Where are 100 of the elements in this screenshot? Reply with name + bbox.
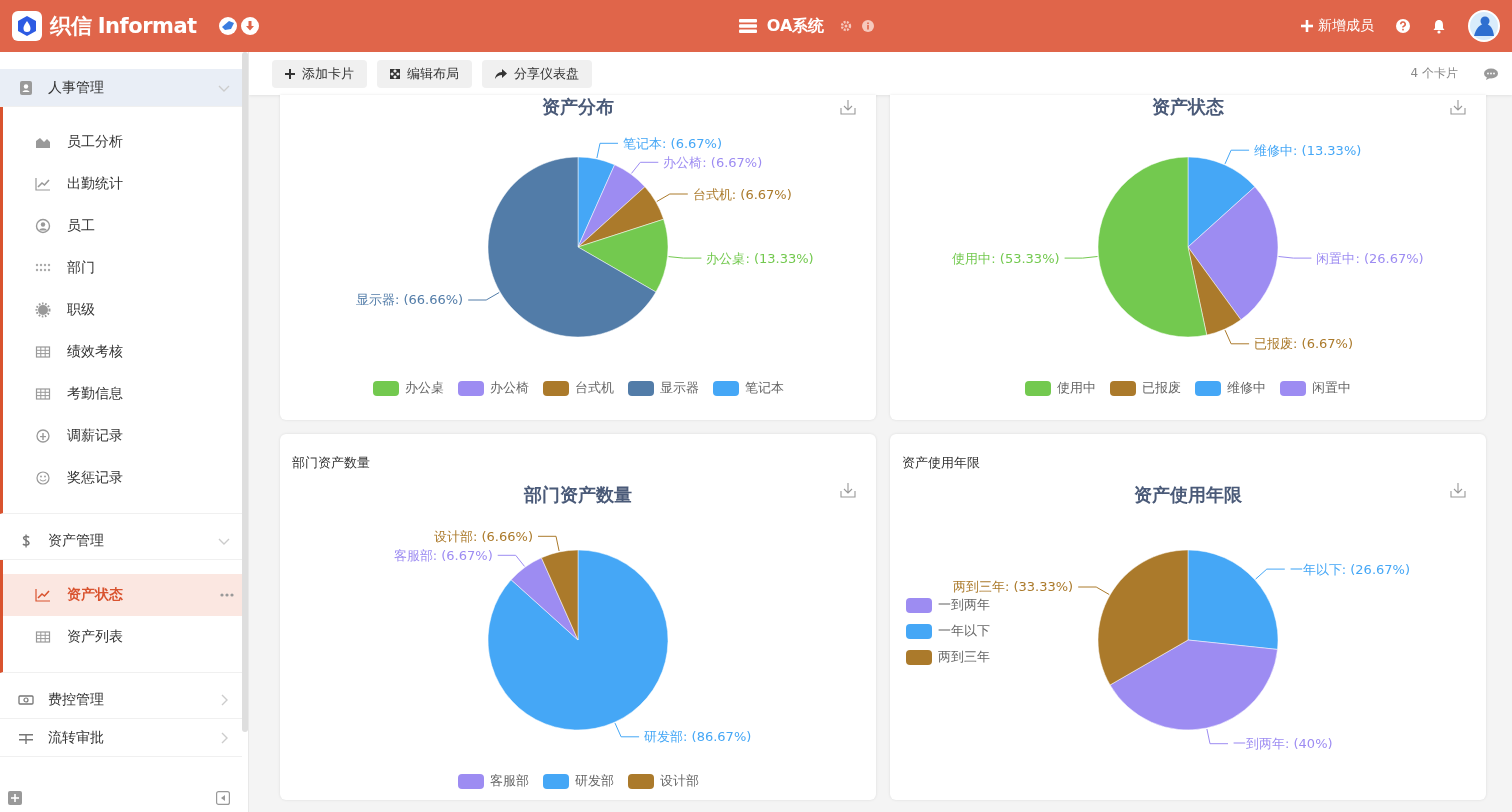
sidebar-item[interactable]: 考勤信息 — [3, 373, 242, 415]
legend-item[interactable]: 显示器 — [627, 379, 699, 397]
pie-slice[interactable] — [487, 156, 657, 338]
line-chart-icon — [35, 176, 51, 192]
leader-line — [1255, 568, 1286, 580]
sidebar-item[interactable]: 奖惩记录 — [3, 457, 242, 499]
legend-item[interactable]: 使用中 — [1025, 379, 1096, 397]
legend-label: 台式机 — [574, 379, 614, 397]
help-icon[interactable] — [1396, 19, 1410, 33]
pie-slice[interactable] — [1187, 549, 1279, 650]
download-circle-icon[interactable] — [240, 17, 259, 35]
item-label: 奖惩记录 — [67, 469, 124, 487]
data-label: 办公椅: (6.67%) — [663, 154, 763, 170]
sidebar-group[interactable]: 流转审批 — [0, 719, 242, 757]
legend-item[interactable]: 已报废 — [1110, 379, 1181, 397]
sidebar-group[interactable]: 费控管理 — [0, 681, 242, 719]
more-icon[interactable] — [220, 593, 234, 597]
toolbar-button[interactable]: 分享仪表盘 — [482, 59, 592, 88]
pie-slice[interactable] — [577, 186, 664, 248]
leader-line — [1224, 329, 1250, 345]
settings-icon[interactable] — [840, 20, 853, 32]
legend-item[interactable]: 客服部 — [457, 772, 529, 790]
item-label: 员工分析 — [67, 133, 124, 151]
legend-label: 一年以下 — [938, 622, 990, 640]
pie-slice[interactable] — [1187, 246, 1242, 336]
data-label: 维修中: (13.33%) — [1254, 142, 1362, 158]
info-icon[interactable] — [862, 20, 875, 32]
toolbar-button[interactable]: 编辑布局 — [377, 59, 472, 88]
pie-slice[interactable] — [1187, 156, 1256, 248]
pie-slice[interactable] — [1187, 186, 1279, 321]
plus-icon — [1301, 20, 1313, 32]
hexagon-logo-icon[interactable] — [12, 11, 42, 41]
card-title: 资产使用年限 — [901, 454, 981, 472]
legend-item[interactable]: 两到三年 — [906, 648, 990, 666]
sidebar-item[interactable]: 员工分析 — [3, 121, 242, 163]
data-label: 研发部: (86.67%) — [644, 729, 752, 745]
download-icon[interactable] — [1450, 99, 1466, 115]
download-icon[interactable] — [840, 482, 856, 498]
leader-line — [497, 554, 525, 567]
pie-slice[interactable] — [541, 549, 579, 641]
legend-item[interactable]: 一到两年 — [906, 596, 990, 614]
group-label: 费控管理 — [48, 690, 105, 709]
sidebar-item[interactable]: 绩效考核 — [3, 331, 242, 373]
contact-card-icon — [18, 79, 34, 96]
brand-name: 织信 Informat — [50, 13, 197, 40]
pie-slice[interactable] — [1109, 639, 1278, 731]
data-label: 一到两年: (40%) — [1233, 736, 1333, 752]
gear-icon — [35, 302, 51, 318]
bell-icon[interactable] — [1432, 18, 1446, 34]
sidebar-item[interactable]: 部门 — [3, 247, 242, 289]
server-icon — [738, 19, 757, 33]
legend-item[interactable]: 设计部 — [627, 772, 699, 790]
legend-item[interactable]: 一年以下 — [906, 622, 990, 640]
leader-line — [1224, 149, 1250, 165]
leader-line — [1077, 586, 1110, 595]
data-label: 闲置中: (26.67%) — [1316, 250, 1424, 266]
sidebar-item[interactable]: 调薪记录 — [3, 415, 242, 457]
chart-title: 资产状态 — [1152, 95, 1224, 119]
data-label: 台式机: (6.67%) — [692, 186, 792, 202]
legend-label: 办公桌 — [404, 379, 444, 397]
legend-label: 两到三年 — [938, 648, 990, 666]
sidebar-item[interactable]: 资产列表 — [3, 616, 242, 658]
pie-slice[interactable] — [577, 164, 646, 248]
add-icon[interactable] — [8, 791, 22, 805]
data-label: 办公桌: (13.33%) — [706, 250, 814, 266]
sidebar-item[interactable]: 出勤统计 — [3, 163, 242, 205]
group-label: 资产管理 — [48, 531, 105, 550]
legend-item[interactable]: 办公椅 — [457, 379, 529, 397]
item-label: 职级 — [67, 301, 96, 319]
pie-slice[interactable] — [577, 219, 669, 293]
chat-bubble-icon[interactable] — [1484, 67, 1498, 80]
legend-item[interactable]: 笔记本 — [712, 379, 784, 397]
scrollbar[interactable] — [242, 52, 248, 732]
collapse-sidebar-icon[interactable] — [216, 791, 230, 805]
toolbar-button[interactable]: 添加卡片 — [272, 59, 367, 88]
leader-line — [668, 256, 702, 259]
legend-item[interactable]: 研发部 — [542, 772, 614, 790]
item-label: 考勤信息 — [67, 385, 124, 403]
download-icon[interactable] — [840, 99, 856, 115]
leader-line — [1278, 256, 1312, 259]
sidebar-item[interactable]: 员工 — [3, 205, 242, 247]
avatar[interactable] — [1468, 10, 1500, 42]
legend-item[interactable]: 闲置中 — [1280, 379, 1351, 397]
item-label: 调薪记录 — [67, 427, 124, 445]
legend-item[interactable]: 台式机 — [542, 379, 614, 397]
pie-slice[interactable] — [1097, 156, 1207, 338]
data-label: 两到三年: (33.33%) — [952, 579, 1074, 595]
pie-slice[interactable] — [1097, 549, 1189, 686]
sidebar-item[interactable]: 职级 — [3, 289, 242, 331]
item-label: 资产状态 — [67, 586, 124, 604]
legend-item[interactable]: 维修中 — [1195, 379, 1266, 397]
legend-label: 使用中 — [1057, 379, 1096, 397]
expand-arrows-icon — [390, 68, 400, 79]
plus-icon — [285, 68, 295, 79]
download-icon[interactable] — [1450, 482, 1466, 498]
leader-line — [1206, 728, 1229, 745]
sidebar-group[interactable]: 人事管理 — [0, 69, 242, 107]
pie-slice[interactable] — [510, 557, 579, 641]
legend-item[interactable]: 办公桌 — [372, 379, 444, 397]
group-label: 流转审批 — [48, 728, 105, 747]
